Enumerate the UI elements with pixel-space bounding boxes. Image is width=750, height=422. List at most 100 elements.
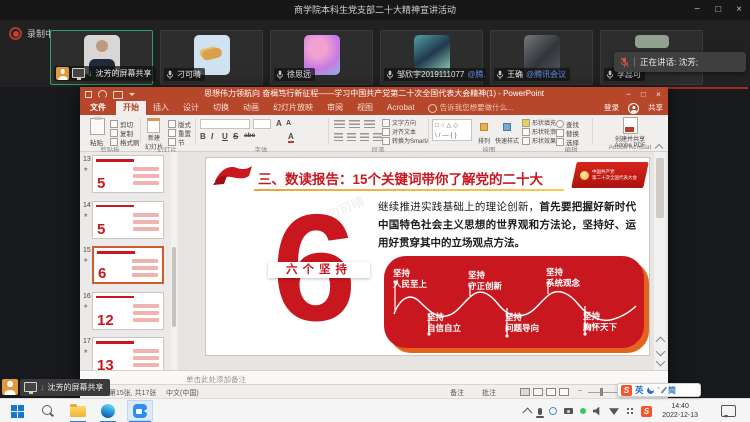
adherence-item-1: 坚持人民至上 (393, 268, 427, 290)
notes-toggle[interactable]: 备注 (450, 388, 464, 398)
font-button-U[interactable]: U (222, 132, 228, 141)
start-button[interactable] (11, 405, 17, 411)
tell-me-box[interactable]: 告诉我您想要做什么... (428, 101, 514, 115)
close-button[interactable]: × (736, 0, 742, 20)
sogou-tray-icon[interactable]: S (641, 406, 652, 417)
minimize-button[interactable]: − (694, 0, 700, 20)
notification-icon[interactable] (721, 405, 736, 417)
normal-view-icon[interactable] (520, 388, 530, 396)
shrink-font-button[interactable]: A (286, 120, 291, 127)
editor-scrollbar[interactable] (654, 152, 666, 370)
slide-canvas[interactable]: 三、数读报告：15个关键词带你了解党的二十大 中国共产党第二十次全国代表大会 继… (205, 157, 650, 356)
slide-thumbnail-13[interactable]: 13★5 (80, 155, 178, 197)
tab-4[interactable]: 切换 (206, 101, 236, 115)
scroll-up-icon[interactable] (656, 337, 666, 347)
grow-font-button[interactable]: A (276, 119, 282, 128)
numbering-icon[interactable] (349, 120, 360, 128)
ime-grid-icon[interactable] (626, 407, 634, 415)
sync-tray-icon[interactable] (549, 407, 557, 415)
zoom-slider[interactable] (588, 392, 618, 393)
search-icon[interactable] (42, 405, 52, 415)
tab-9[interactable]: Acrobat (380, 101, 422, 115)
slide-thumbnail-image[interactable]: 13 (92, 337, 164, 370)
notes-pane[interactable]: 单击此处添加备注 (80, 370, 668, 384)
maximize-button[interactable]: □ (715, 0, 721, 20)
font-button-I[interactable]: I (211, 132, 213, 141)
zoom-out-button[interactable]: − (578, 388, 582, 395)
ppt-close-button[interactable]: × (651, 87, 666, 101)
slide-thumbnail-image[interactable]: 5 (92, 155, 164, 193)
tab-file[interactable]: 文件 (80, 101, 116, 115)
file-explorer-icon[interactable] (70, 406, 86, 417)
font-color-button[interactable]: A (288, 132, 294, 143)
sogou-input-bar[interactable]: S 英 '" 简 (617, 383, 701, 397)
status-dot-icon[interactable] (580, 408, 586, 414)
sign-in-button[interactable]: 登录 (604, 101, 619, 115)
simplified-toggle[interactable]: 简 (668, 385, 676, 396)
shapes-gallery[interactable]: □ ○ △ ◇\ / — { } (432, 119, 472, 141)
slide-sorter-view-icon[interactable] (533, 388, 543, 396)
font-button-B[interactable]: B (200, 132, 206, 141)
share-button[interactable]: 共享 (648, 101, 663, 115)
align-text-button[interactable]: 对齐文本 (382, 127, 416, 136)
participant-tile[interactable]: 刁可晴 (160, 30, 263, 85)
participant-tile[interactable]: 邹欣宇2019111077@腾... (380, 30, 483, 85)
slide-thumbnail-14[interactable]: 14★5 (80, 201, 178, 243)
tab-6[interactable]: 幻灯片放映 (266, 101, 320, 115)
slide-thumbnail-15[interactable]: 15★6 (80, 246, 178, 288)
tab-3[interactable]: 设计 (176, 101, 206, 115)
reading-view-icon[interactable] (546, 388, 556, 396)
zoom-slider-thumb[interactable] (600, 388, 603, 396)
moon-icon[interactable] (647, 387, 654, 394)
slide-thumbnail-image[interactable]: 5 (92, 201, 164, 239)
font-button-abc[interactable]: abc (244, 132, 255, 139)
align-left-icon[interactable] (334, 133, 343, 141)
slide-thumbnail-16[interactable]: 16★12 (80, 292, 178, 334)
ppt-ribbon-tabs: 文件 开始插入设计切换动画幻灯片放映审阅视图Acrobat 告诉我您想要做什么.… (80, 101, 668, 115)
meeting-app-icon[interactable] (133, 404, 147, 418)
paste-button[interactable]: 粘贴 (90, 118, 105, 147)
align-right-icon[interactable] (360, 133, 369, 141)
ppt-minimize-button[interactable]: − (621, 87, 636, 101)
comments-toggle[interactable]: 批注 (482, 388, 496, 398)
ppt-maximize-button[interactable]: □ (636, 87, 651, 101)
tab-1[interactable]: 开始 (116, 101, 146, 115)
network-tray-icon[interactable] (609, 407, 619, 415)
hidden-icons-chevron[interactable] (523, 408, 533, 418)
edge-browser-icon[interactable] (101, 404, 115, 418)
indent-icon[interactable] (364, 120, 375, 128)
text-direction-button[interactable]: 文字方向 (382, 118, 416, 127)
camera-tray-icon[interactable] (564, 408, 573, 414)
participant-tile[interactable]: 徐思远 (270, 30, 373, 85)
tab-7[interactable]: 审阅 (320, 101, 350, 115)
bullets-icon[interactable] (334, 120, 345, 128)
scrollbar-thumb[interactable] (656, 158, 664, 218)
thumb-big-number: 5 (97, 176, 105, 191)
arrange-button[interactable]: 排列 (476, 118, 492, 145)
slideshow-view-icon[interactable] (559, 388, 569, 396)
clock[interactable]: 14:40 2022-12-13 (662, 402, 698, 420)
previous-slide-icon[interactable] (656, 347, 666, 357)
quick-styles-button[interactable]: 快速样式 (494, 118, 520, 145)
panel-scrollbar[interactable] (171, 152, 177, 370)
volume-tray-icon[interactable] (593, 407, 602, 416)
slide-thumbnail-17[interactable]: 17★13 (80, 337, 178, 370)
next-slide-icon[interactable] (656, 357, 666, 367)
font-button-S[interactable]: S (233, 132, 238, 141)
font-name-input[interactable] (200, 119, 250, 129)
tab-2[interactable]: 插入 (146, 101, 176, 115)
font-size-input[interactable] (253, 119, 271, 129)
justify-icon[interactable] (373, 133, 382, 141)
tab-5[interactable]: 动画 (236, 101, 266, 115)
pen-icon[interactable] (661, 386, 667, 393)
sogou-logo-icon[interactable]: S (621, 385, 632, 396)
participant-tile[interactable]: ↓沈芳的屏幕共享 (50, 30, 153, 85)
mic-tray-icon[interactable] (538, 408, 542, 415)
tab-8[interactable]: 视图 (350, 101, 380, 115)
input-mode-toggle[interactable]: 英 (635, 384, 644, 396)
slide-thumbnail-image[interactable]: 12 (92, 292, 164, 330)
slide-thumbnail-image[interactable]: 6 (92, 246, 164, 284)
align-center-icon[interactable] (347, 133, 356, 141)
participant-tile[interactable]: 王确@腾讯会议 (490, 30, 593, 85)
language-indicator[interactable]: 中文(中国) (166, 388, 199, 398)
